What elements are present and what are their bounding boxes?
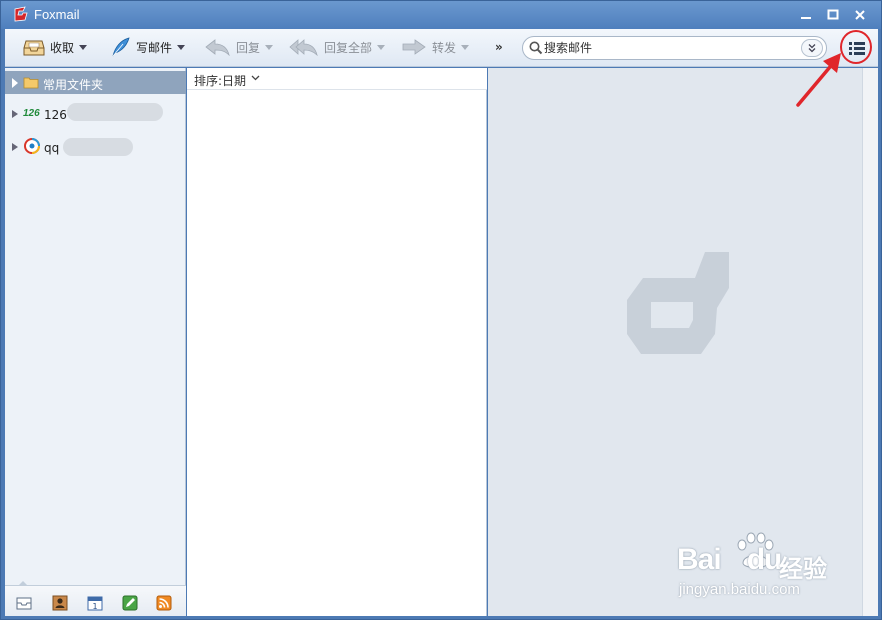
more-actions-button[interactable]: » xyxy=(495,40,503,54)
svg-text:1: 1 xyxy=(92,602,97,611)
redacted-email-mask xyxy=(67,103,163,121)
sort-by-date-label[interactable]: 排序:日期 xyxy=(194,72,246,89)
account-126[interactable]: 126 126 xyxy=(5,102,186,126)
title-bar: Foxmail xyxy=(1,1,881,29)
search-box[interactable] xyxy=(522,36,827,60)
reply-dropdown-icon[interactable] xyxy=(265,44,274,50)
jingyan-text: 经验 xyxy=(779,555,827,583)
baidu-brand-tail: du xyxy=(746,543,783,576)
netease-126-icon: 126 xyxy=(23,108,40,119)
close-icon xyxy=(855,10,865,20)
calendar-icon[interactable]: 1 xyxy=(87,595,103,611)
inbox-icon xyxy=(23,40,45,56)
reply-all-button[interactable]: 回复全部 xyxy=(289,35,386,59)
forward-icon xyxy=(402,39,426,55)
common-folders-header[interactable]: 常用文件夹 xyxy=(5,71,186,94)
sort-bar[interactable]: 排序:日期 xyxy=(187,68,487,90)
common-folders-label: 常用文件夹 xyxy=(43,78,104,92)
receive-button[interactable]: 收取 xyxy=(23,35,88,59)
preview-scrollbar[interactable] xyxy=(862,68,878,616)
rss-icon[interactable] xyxy=(156,595,172,611)
receive-dropdown-icon[interactable] xyxy=(79,44,88,50)
folder-pane: 常用文件夹 126 126 qq 1 xyxy=(5,68,186,616)
foxmail-window: Foxmail 收取 写邮件 回复 回复全部 转发 » 搜索邮件 常用文件夹 1… xyxy=(0,0,882,620)
minimize-button[interactable] xyxy=(795,5,817,25)
redacted-email-mask xyxy=(63,138,133,156)
chevron-down-icon[interactable] xyxy=(251,74,260,82)
reply-button[interactable]: 回复 xyxy=(205,35,274,59)
foxmail-watermark-icon xyxy=(627,252,729,354)
search-icon xyxy=(529,41,543,55)
compose-dropdown-icon[interactable] xyxy=(177,44,186,50)
baidu-jingyan-watermark: Bai du 经验 jingyan.baidu.com xyxy=(677,531,847,603)
expand-arrow-icon[interactable] xyxy=(12,110,18,118)
annotation-arrow-icon xyxy=(796,53,841,107)
active-module-indicator xyxy=(18,581,28,586)
contacts-icon[interactable] xyxy=(52,595,68,611)
folder-icon xyxy=(23,77,39,89)
baidu-brand-text: Bai du xyxy=(677,543,783,577)
mail-list-pane: 排序:日期 xyxy=(187,68,487,616)
maximize-icon xyxy=(827,9,839,20)
jingyan-url: jingyan.baidu.com xyxy=(679,581,800,598)
window-title: Foxmail xyxy=(34,7,80,22)
forward-button[interactable]: 转发 xyxy=(401,35,470,59)
close-button[interactable] xyxy=(849,5,871,25)
expand-arrow-icon[interactable] xyxy=(12,78,18,88)
reply-all-dropdown-icon[interactable] xyxy=(377,44,386,50)
compose-label: 写邮件 xyxy=(136,40,173,55)
notes-icon[interactable] xyxy=(122,595,138,611)
forward-label: 转发 xyxy=(432,40,457,55)
reply-all-label: 回复全部 xyxy=(324,40,373,55)
account-qq-label: qq xyxy=(44,141,60,155)
compose-button[interactable]: 写邮件 xyxy=(111,35,186,59)
mail-icon[interactable] xyxy=(16,595,32,611)
expand-arrow-icon[interactable] xyxy=(12,143,18,151)
reply-icon xyxy=(205,39,230,56)
module-switcher-bar: 1 xyxy=(5,581,186,616)
receive-label: 收取 xyxy=(50,40,75,55)
reply-all-icon xyxy=(289,39,318,56)
foxmail-logo-icon xyxy=(14,6,28,22)
maximize-button[interactable] xyxy=(822,5,844,25)
qq-mail-icon xyxy=(24,138,40,154)
account-qq[interactable]: qq xyxy=(5,135,186,159)
baidu-brand-head: Bai xyxy=(677,543,722,576)
reply-label: 回复 xyxy=(236,40,261,55)
feather-pen-icon xyxy=(112,37,130,57)
toolbar: 收取 写邮件 回复 回复全部 转发 » 搜索邮件 xyxy=(5,29,878,67)
forward-dropdown-icon[interactable] xyxy=(461,44,470,50)
search-input[interactable] xyxy=(544,39,794,57)
minimize-icon xyxy=(801,17,811,19)
account-126-label: 126 xyxy=(44,108,67,122)
